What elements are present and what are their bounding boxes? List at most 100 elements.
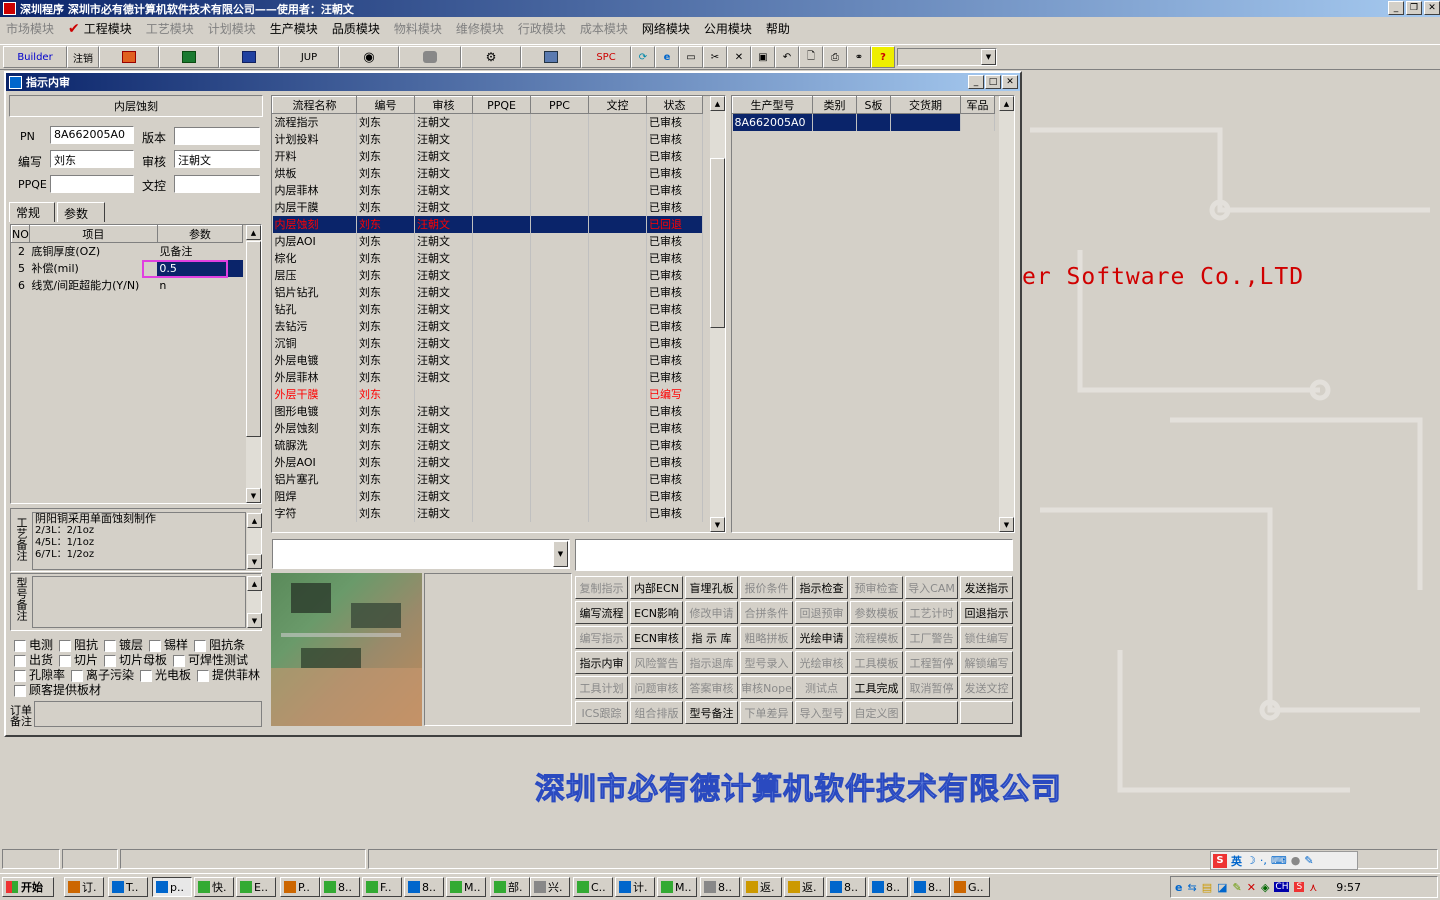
scroll-up-icon[interactable]: ▲ <box>999 96 1014 111</box>
flow-cell[interactable]: 计划投料 <box>272 130 357 148</box>
action-button-0-3[interactable]: 报价条件 <box>740 576 793 599</box>
flow-cell[interactable] <box>588 419 647 437</box>
param-cell-no[interactable]: 2 <box>12 243 30 260</box>
action-button-2-5[interactable]: 流程模板 <box>850 626 903 649</box>
taskbar-item[interactable]: 订. <box>64 877 104 897</box>
checkbox[interactable] <box>14 684 26 697</box>
flow-cell[interactable]: 刘东 <box>356 317 415 335</box>
scroll-down-icon[interactable]: ▼ <box>246 488 261 503</box>
flow-cell[interactable]: 汪朝文 <box>414 181 473 199</box>
checkbox-option[interactable]: 顾客提供板材 <box>14 683 101 697</box>
flow-cell[interactable]: 汪朝文 <box>414 215 473 233</box>
flow-row[interactable]: 流程指示 刘东 汪朝文 已审核 <box>272 113 703 131</box>
help-button[interactable]: ? <box>871 46 895 68</box>
flow-cell[interactable] <box>530 164 589 182</box>
flow-cell[interactable]: 汪朝文 <box>414 504 473 522</box>
flow-cell[interactable] <box>588 130 647 148</box>
param-cell-no[interactable]: 5 <box>12 260 30 277</box>
checkbox[interactable] <box>197 669 210 682</box>
flow-cell[interactable]: 汪朝文 <box>414 402 473 420</box>
flow-cell[interactable] <box>530 130 589 148</box>
flow-cell[interactable]: 去钻污 <box>272 317 357 335</box>
taskbar-item[interactable]: E.. <box>236 877 276 897</box>
product-col-header[interactable]: 交货期 <box>890 96 961 114</box>
ppt-button[interactable] <box>99 46 159 68</box>
taskbar-item[interactable]: 计. <box>615 877 655 897</box>
flow-cell[interactable]: 已审核 <box>646 436 703 454</box>
action-button-1-2[interactable]: 修改申请 <box>685 601 738 624</box>
flow-col-header[interactable]: 文控 <box>588 96 647 114</box>
menu-item-9[interactable]: 成本模块 <box>580 20 628 37</box>
new-button[interactable]: ▭ <box>679 46 703 68</box>
scroll-thumb[interactable] <box>710 158 725 328</box>
taskbar-item[interactable]: C.. <box>573 877 613 897</box>
flow-cell[interactable]: 硫脲洗 <box>272 436 357 454</box>
action-button-3-4[interactable]: 光绘审核 <box>795 651 848 674</box>
taskbar-item[interactable]: 8.. <box>826 877 866 897</box>
action-button-0-7[interactable]: 发送指示 <box>960 576 1013 599</box>
flow-cell[interactable] <box>472 487 531 505</box>
checkbox-option[interactable]: 离子污染 <box>71 668 134 682</box>
flow-cell[interactable] <box>588 164 647 182</box>
flow-cell[interactable]: 汪朝文 <box>414 453 473 471</box>
param-cell-item[interactable]: 底铜厚度(OZ) <box>29 243 157 260</box>
flow-cell[interactable]: 汪朝文 <box>414 470 473 488</box>
product-row[interactable]: 8A662005A0 <box>732 113 995 131</box>
flow-cell[interactable] <box>530 198 589 216</box>
flow-cell[interactable]: 图形电镀 <box>272 402 357 420</box>
checkbox[interactable] <box>14 639 26 652</box>
taskbar-item[interactable]: 8.. <box>868 877 908 897</box>
flow-cell[interactable]: 刘东 <box>356 453 415 471</box>
flow-cell[interactable]: 刘东 <box>356 164 415 182</box>
action-button-5-0[interactable]: ICS跟踪 <box>575 701 628 724</box>
menu-item-7[interactable]: 维修模块 <box>456 20 504 37</box>
flow-cell[interactable]: 刘东 <box>356 368 415 386</box>
checkbox-option[interactable]: 提供菲林 <box>197 668 260 682</box>
review-field[interactable]: 汪朝文 <box>174 150 260 168</box>
flow-cell[interactable]: 烘板 <box>272 164 357 182</box>
flow-cell[interactable]: 已审核 <box>646 453 703 471</box>
flow-cell[interactable]: 汪朝文 <box>414 249 473 267</box>
flow-cell[interactable] <box>588 504 647 522</box>
flow-cell[interactable] <box>588 300 647 318</box>
flow-row[interactable]: 铝片钻孔 刘东 汪朝文 已审核 <box>272 283 703 301</box>
flow-cell[interactable] <box>530 504 589 522</box>
product-cell[interactable]: 8A662005A0 <box>732 113 813 131</box>
flow-combo[interactable]: ▼ <box>272 539 570 569</box>
wenkong-field[interactable] <box>174 175 260 193</box>
product-col-header[interactable]: 类别 <box>812 96 857 114</box>
flow-cell[interactable] <box>472 266 531 284</box>
flow-cell[interactable] <box>472 351 531 369</box>
checkbox-option[interactable]: 出货 <box>14 653 53 667</box>
taskbar-item[interactable]: 8.. <box>910 877 950 897</box>
taskbar-item[interactable]: G.. <box>950 877 990 897</box>
order-note-field[interactable] <box>34 701 262 727</box>
flow-row[interactable]: 内层菲林 刘东 汪朝文 已审核 <box>272 181 703 199</box>
action-button-4-4[interactable]: 测试点 <box>795 676 848 699</box>
flow-cell[interactable] <box>472 181 531 199</box>
checkbox[interactable] <box>173 654 186 667</box>
action-button-3-1[interactable]: 风险警告 <box>630 651 683 674</box>
logout-button[interactable]: 注销 <box>67 46 99 68</box>
find-button[interactable]: ⚭ <box>847 46 871 68</box>
taskbar-item[interactable]: p.. <box>152 877 192 897</box>
flow-cell[interactable]: 刘东 <box>356 487 415 505</box>
flow-cell[interactable] <box>588 317 647 335</box>
flow-cell[interactable] <box>530 368 589 386</box>
menu-item-8[interactable]: 行政模块 <box>518 20 566 37</box>
flow-cell[interactable] <box>588 113 647 131</box>
flow-cell[interactable]: 刘东 <box>356 249 415 267</box>
taskbar-item[interactable]: 兴. <box>530 877 570 897</box>
save-button[interactable]: ▣ <box>751 46 775 68</box>
preview-button[interactable]: 🗋 <box>799 46 823 68</box>
menu-item-3[interactable]: 计划模块 <box>208 20 256 37</box>
checkbox-option[interactable]: 镀层 <box>104 638 143 652</box>
action-button-4-3[interactable]: 审核Nope <box>740 676 793 699</box>
menu-item-5[interactable]: 品质模块 <box>332 20 380 37</box>
ie-button[interactable]: e <box>655 46 679 68</box>
flow-cell[interactable] <box>472 249 531 267</box>
action-button-4-2[interactable]: 答案审核 <box>685 676 738 699</box>
action-button-0-1[interactable]: 内部ECN <box>630 576 683 599</box>
delete-button[interactable]: ✕ <box>727 46 751 68</box>
restore-button[interactable]: ❐ <box>1406 1 1422 15</box>
